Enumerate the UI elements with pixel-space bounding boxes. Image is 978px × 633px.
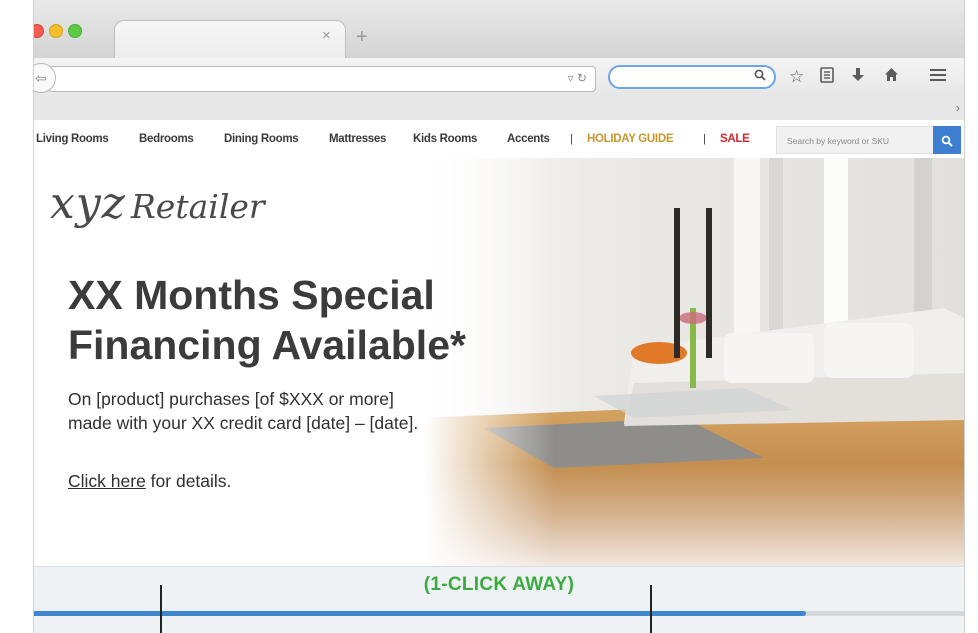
page-progress-bar	[34, 611, 964, 616]
address-bar[interactable]: ▿ ↻	[48, 66, 596, 92]
bookmarks-bar: ›	[34, 98, 964, 121]
promo-details: Click here for details.	[68, 471, 231, 492]
nav-holiday-guide[interactable]: HOLIDAY GUIDE	[587, 133, 674, 145]
headline-line-2: Financing Available*	[68, 322, 466, 368]
one-click-away-label: (1-CLICK AWAY)	[423, 574, 575, 595]
search-icon	[941, 135, 953, 147]
chevron-right-icon[interactable]: ›	[956, 100, 960, 115]
headline-line-1: XX Months Special	[68, 272, 435, 318]
details-link[interactable]: Click here	[68, 471, 146, 491]
nav-mattresses[interactable]: Mattresses	[329, 133, 386, 145]
nav-bedrooms[interactable]: Bedrooms	[139, 133, 194, 145]
annotation-strip: (1-CLICK AWAY)	[34, 566, 964, 633]
subtext-line-1: On [product] purchases [of $XXX or more]	[68, 389, 394, 409]
details-text: for details.	[145, 471, 232, 491]
hero-banner[interactable]: xyz Retailer XX Months Special Financing…	[34, 158, 964, 566]
browser-titlebar: × +	[34, 0, 964, 59]
nav-accents[interactable]: Accents	[507, 133, 550, 145]
nav-living-rooms[interactable]: Living Rooms	[36, 133, 109, 145]
promo-headline: XX Months Special Financing Available*	[68, 270, 466, 370]
promo-subtext: On [product] purchases [of $XXX or more]…	[68, 387, 418, 435]
site-search-placeholder: Search by keyword or SKU	[787, 136, 890, 146]
zoom-window-button[interactable]	[68, 24, 82, 38]
search-icon	[754, 69, 766, 84]
home-icon[interactable]	[884, 67, 899, 87]
menu-icon[interactable]	[930, 67, 946, 87]
browser-window: × + ▿ ↻ ⇦ ☆ › Living Rooms Bedrooms Dini…	[33, 0, 965, 633]
minimize-window-button[interactable]	[49, 24, 63, 38]
star-icon[interactable]: ☆	[789, 67, 804, 87]
browser-search-field[interactable]	[608, 65, 776, 89]
annotation-marker-left	[160, 585, 162, 633]
progress-fill	[34, 611, 806, 616]
site-navigation: Living Rooms Bedrooms Dining Rooms Mattr…	[34, 120, 964, 158]
download-icon[interactable]	[852, 67, 864, 88]
nav-separator: |	[703, 133, 706, 145]
nav-kids-rooms[interactable]: Kids Rooms	[413, 133, 477, 145]
close-tab-icon[interactable]: ×	[322, 27, 331, 44]
subtext-line-2: made with your XX credit card [date] – […	[68, 413, 419, 433]
nav-separator: |	[570, 133, 573, 145]
logo-xyz: xyz	[50, 178, 126, 229]
browser-tab[interactable]	[114, 20, 346, 59]
browser-toolbar: ▿ ↻ ⇦ ☆	[34, 58, 964, 99]
annotation-marker-right	[650, 585, 652, 633]
nav-dining-rooms[interactable]: Dining Rooms	[224, 133, 299, 145]
site-search-input[interactable]: Search by keyword or SKU	[776, 126, 934, 154]
retailer-logo[interactable]: xyz Retailer	[50, 178, 265, 229]
logo-retailer: Retailer	[130, 187, 265, 226]
new-tab-button[interactable]: +	[356, 26, 368, 49]
close-window-button[interactable]	[34, 24, 44, 38]
site-search-button[interactable]	[933, 126, 961, 154]
reload-icon[interactable]: ▿ ↻	[568, 71, 587, 85]
nav-sale[interactable]: SALE	[720, 133, 750, 145]
reading-list-icon[interactable]	[820, 67, 834, 88]
back-arrow-icon: ⇦	[35, 70, 47, 86]
